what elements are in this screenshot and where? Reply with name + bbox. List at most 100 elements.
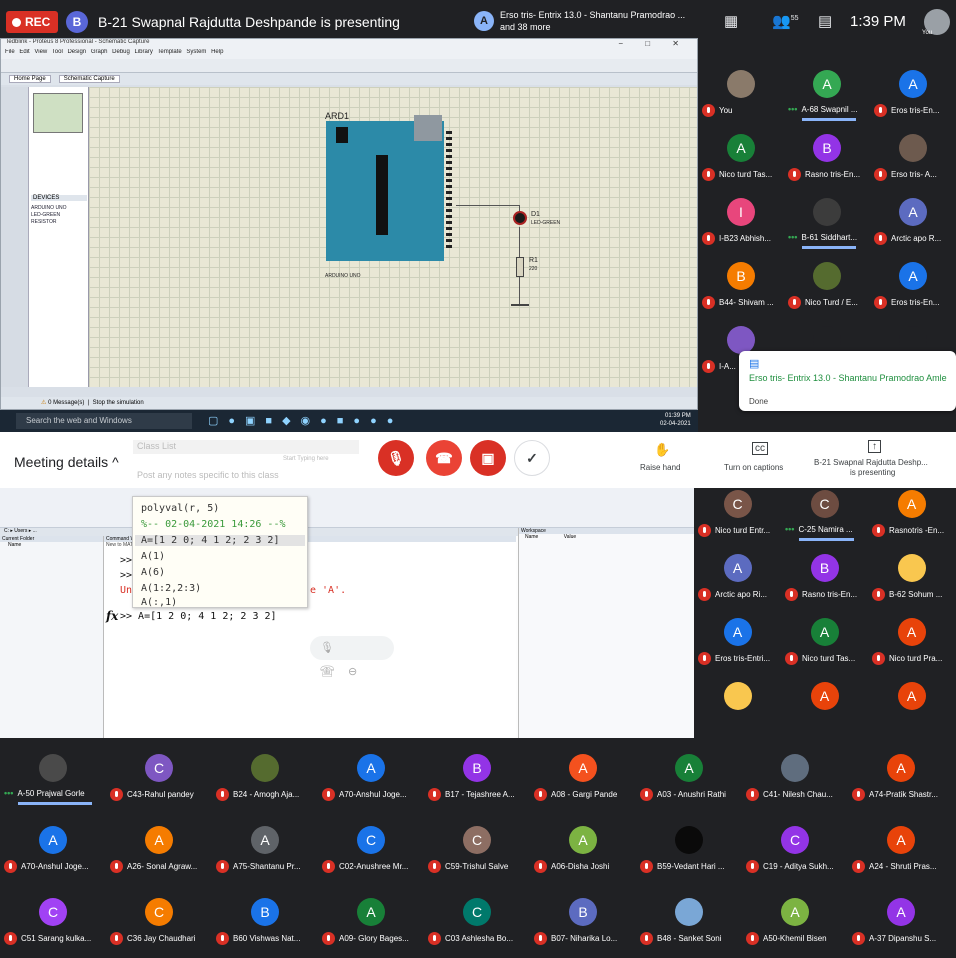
participant-tile[interactable]: A Nico turd Tas... (698, 124, 784, 186)
participant-tile[interactable]: A (781, 672, 868, 734)
participant-tile[interactable]: C C36 Jay Chaudhari (106, 888, 212, 950)
message-count[interactable]: 0 Message(s) (48, 400, 84, 406)
chat-notification[interactable]: ▤ Erso tris- Entrix 13.0 - Shantanu Pram… (739, 351, 956, 411)
device-item[interactable]: RESISTOR (31, 219, 56, 225)
participant-tile[interactable]: A A70-Anshul Joge... (318, 744, 424, 806)
history-item[interactable]: A(1) (141, 551, 165, 562)
participant-tile[interactable]: A Arctic apo R... (870, 188, 956, 250)
leave-call-button[interactable]: ☎ (426, 440, 462, 476)
raise-hand-icon[interactable]: ✋ (654, 442, 670, 458)
participant-tile[interactable] (694, 672, 781, 734)
participant-tile[interactable]: I I-B23 Abhish... (698, 188, 784, 250)
participant-name-row: Erso tris- A... (874, 168, 937, 181)
tab-schematic-capture[interactable]: Schematic Capture (58, 75, 120, 83)
taskbar-search[interactable]: Search the web and Windows (16, 413, 192, 429)
participant-tile[interactable]: A A06-Disha Joshi (530, 816, 636, 878)
participant-tile[interactable]: A A26- Sonal Agraw... (106, 816, 212, 878)
taskbar-app-icons[interactable]: ▢●▣■◆◉●■●●● (208, 414, 403, 427)
captions-label[interactable]: Turn on captions (724, 463, 783, 472)
command-input[interactable]: >> A=[1 2 0; 4 1 2; 2 3 2] (120, 611, 277, 622)
participant-tile[interactable]: Nico Turd / E... (784, 252, 870, 314)
participant-tile[interactable]: A A24 - Shruti Pras... (848, 816, 954, 878)
presenting-label-1[interactable]: B-21 Swapnal Rajdutta Deshp... (814, 458, 928, 467)
participant-tile[interactable]: A Nico turd Tas... (781, 608, 868, 670)
participant-tile[interactable]: A A03 - Anushri Rathi (636, 744, 742, 806)
participant-tile[interactable]: A Eros tris-En... (870, 252, 956, 314)
arduino-uno-component[interactable] (326, 115, 456, 271)
participant-tile[interactable]: C C02-Anushree Mr... (318, 816, 424, 878)
participant-tile[interactable]: B24 - Amogh Aja... (212, 744, 318, 806)
participant-tile[interactable]: A A-37 Dipanshu S... (848, 888, 954, 950)
participant-tile[interactable]: A A75-Shantanu Pr... (212, 816, 318, 878)
participant-tile[interactable]: A A70-Anshul Joge... (0, 816, 106, 878)
participant-tile[interactable]: A Rasnotris -En... (868, 488, 955, 542)
participant-tile[interactable]: B-62 Sohum ... (868, 544, 955, 606)
participant-tile[interactable]: A Arctic apo Ri... (694, 544, 781, 606)
grid-layout-icon[interactable]: ▦ (724, 12, 738, 30)
ghost-overlay: Class List Start Typing here Post any no… (133, 432, 359, 488)
participant-tile[interactable]: B B07- Niharika Lo... (530, 888, 636, 950)
mic-off-button[interactable]: 🎙 (378, 440, 414, 476)
participant-tile[interactable]: B B44- Shivam ... (698, 252, 784, 314)
participant-tile[interactable]: C41- Nilesh Chau... (742, 744, 848, 806)
proteus-toolbar[interactable] (1, 59, 697, 73)
participant-tile[interactable]: A A09- Glory Bages... (318, 888, 424, 950)
camera-off-button[interactable]: ▣ (470, 440, 506, 476)
history-item[interactable]: A(:,1) (141, 597, 177, 608)
proteus-tool-strip[interactable] (1, 87, 29, 387)
participant-tile[interactable]: C C19 - Aditya Sukh... (742, 816, 848, 878)
participant-tile[interactable]: ••• B-61 Siddhart... (784, 188, 870, 250)
participant-tile[interactable]: You (698, 60, 784, 122)
chat-icon[interactable]: ▤ (818, 12, 832, 30)
resistor-component[interactable] (516, 257, 524, 277)
participant-tile[interactable]: ••• A-50 Prajwal Gorle (0, 744, 106, 806)
participant-tile[interactable]: C C51 Sarang kulka... (0, 888, 106, 950)
meeting-details-button[interactable]: Meeting details ^ (14, 454, 119, 470)
participant-tile[interactable]: Erso tris- A... (870, 124, 956, 186)
participant-tile[interactable]: B B60 Vishwas Nat... (212, 888, 318, 950)
device-item[interactable]: ARDUINO UNO (31, 205, 67, 211)
check-button[interactable]: ✓ (514, 440, 550, 476)
participant-tile[interactable]: A Eros tris-Entri... (694, 608, 781, 670)
captions-icon[interactable]: cc (752, 442, 768, 455)
participant-avatar (723, 682, 752, 710)
active-speaker-chip[interactable]: A Erso tris- Entrix 13.0 - Shantanu Pram… (474, 8, 704, 36)
participant-tile[interactable]: A A50-Khemil Bisen (742, 888, 848, 950)
people-icon[interactable]: 👥55 (772, 12, 798, 30)
led-component[interactable] (513, 211, 527, 225)
participant-tile[interactable]: C C03 Ashlesha Bo... (424, 888, 530, 950)
history-item-selected[interactable]: A=[1 2 0; 4 1 2; 2 3 2] (135, 535, 305, 546)
participant-tile[interactable]: C C59-Trishul Salve (424, 816, 530, 878)
command-history-popup[interactable]: polyval(r, 5) %-- 02-04-2021 14:26 --% A… (132, 496, 308, 608)
participant-tile[interactable]: C ••• C-25 Namira ... (781, 488, 868, 542)
matlab-ribbon[interactable] (0, 488, 694, 528)
device-item[interactable]: LED-GREEN (31, 212, 60, 218)
mic-muted-icon (534, 788, 547, 801)
floating-media-controls[interactable]: 🎙☎⊖ (310, 636, 394, 678)
tab-home-page[interactable]: Home Page (9, 75, 51, 83)
schematic-canvas[interactable]: ARD1 ARDUINO UNO D1 LED-GREEN R1 220 (89, 87, 697, 387)
participant-tile[interactable]: B B17 - Tejashree A... (424, 744, 530, 806)
participant-tile[interactable]: A Nico turd Pra... (868, 608, 955, 670)
mic-muted-icon (874, 104, 887, 117)
proteus-menubar[interactable]: File Edit View Tool Design Graph Debug L… (1, 49, 697, 59)
name-column-header[interactable]: Name (0, 542, 103, 548)
window-controls[interactable]: − □ ✕ (618, 39, 689, 48)
present-icon[interactable]: ↑ (868, 440, 881, 453)
participant-tile[interactable]: A ••• A-68 Swapnil ... (784, 60, 870, 122)
participant-tile[interactable]: B48 - Sanket Soni (636, 888, 742, 950)
participant-tile[interactable]: B59-Vedant Hari ... (636, 816, 742, 878)
participant-tile[interactable]: A Eros tris-En... (870, 60, 956, 122)
history-item[interactable]: polyval(r, 5) (141, 503, 219, 514)
participant-tile[interactable]: C Nico turd Entr... (694, 488, 781, 542)
participant-tile[interactable]: A A74-Pratik Shastr... (848, 744, 954, 806)
participant-tile[interactable]: A A08 - Gargi Pande (530, 744, 636, 806)
raise-hand-label[interactable]: Raise hand (640, 463, 680, 472)
history-item[interactable]: A(6) (141, 567, 165, 578)
speaker-more: and 38 more (500, 22, 551, 32)
history-item[interactable]: A(1:2,2:3) (141, 583, 201, 594)
participant-tile[interactable]: C C43-Rahul pandey (106, 744, 212, 806)
participant-tile[interactable]: B Rasno tris-En... (781, 544, 868, 606)
participant-tile[interactable]: A (868, 672, 955, 734)
participant-tile[interactable]: B Rasno tris-En... (784, 124, 870, 186)
